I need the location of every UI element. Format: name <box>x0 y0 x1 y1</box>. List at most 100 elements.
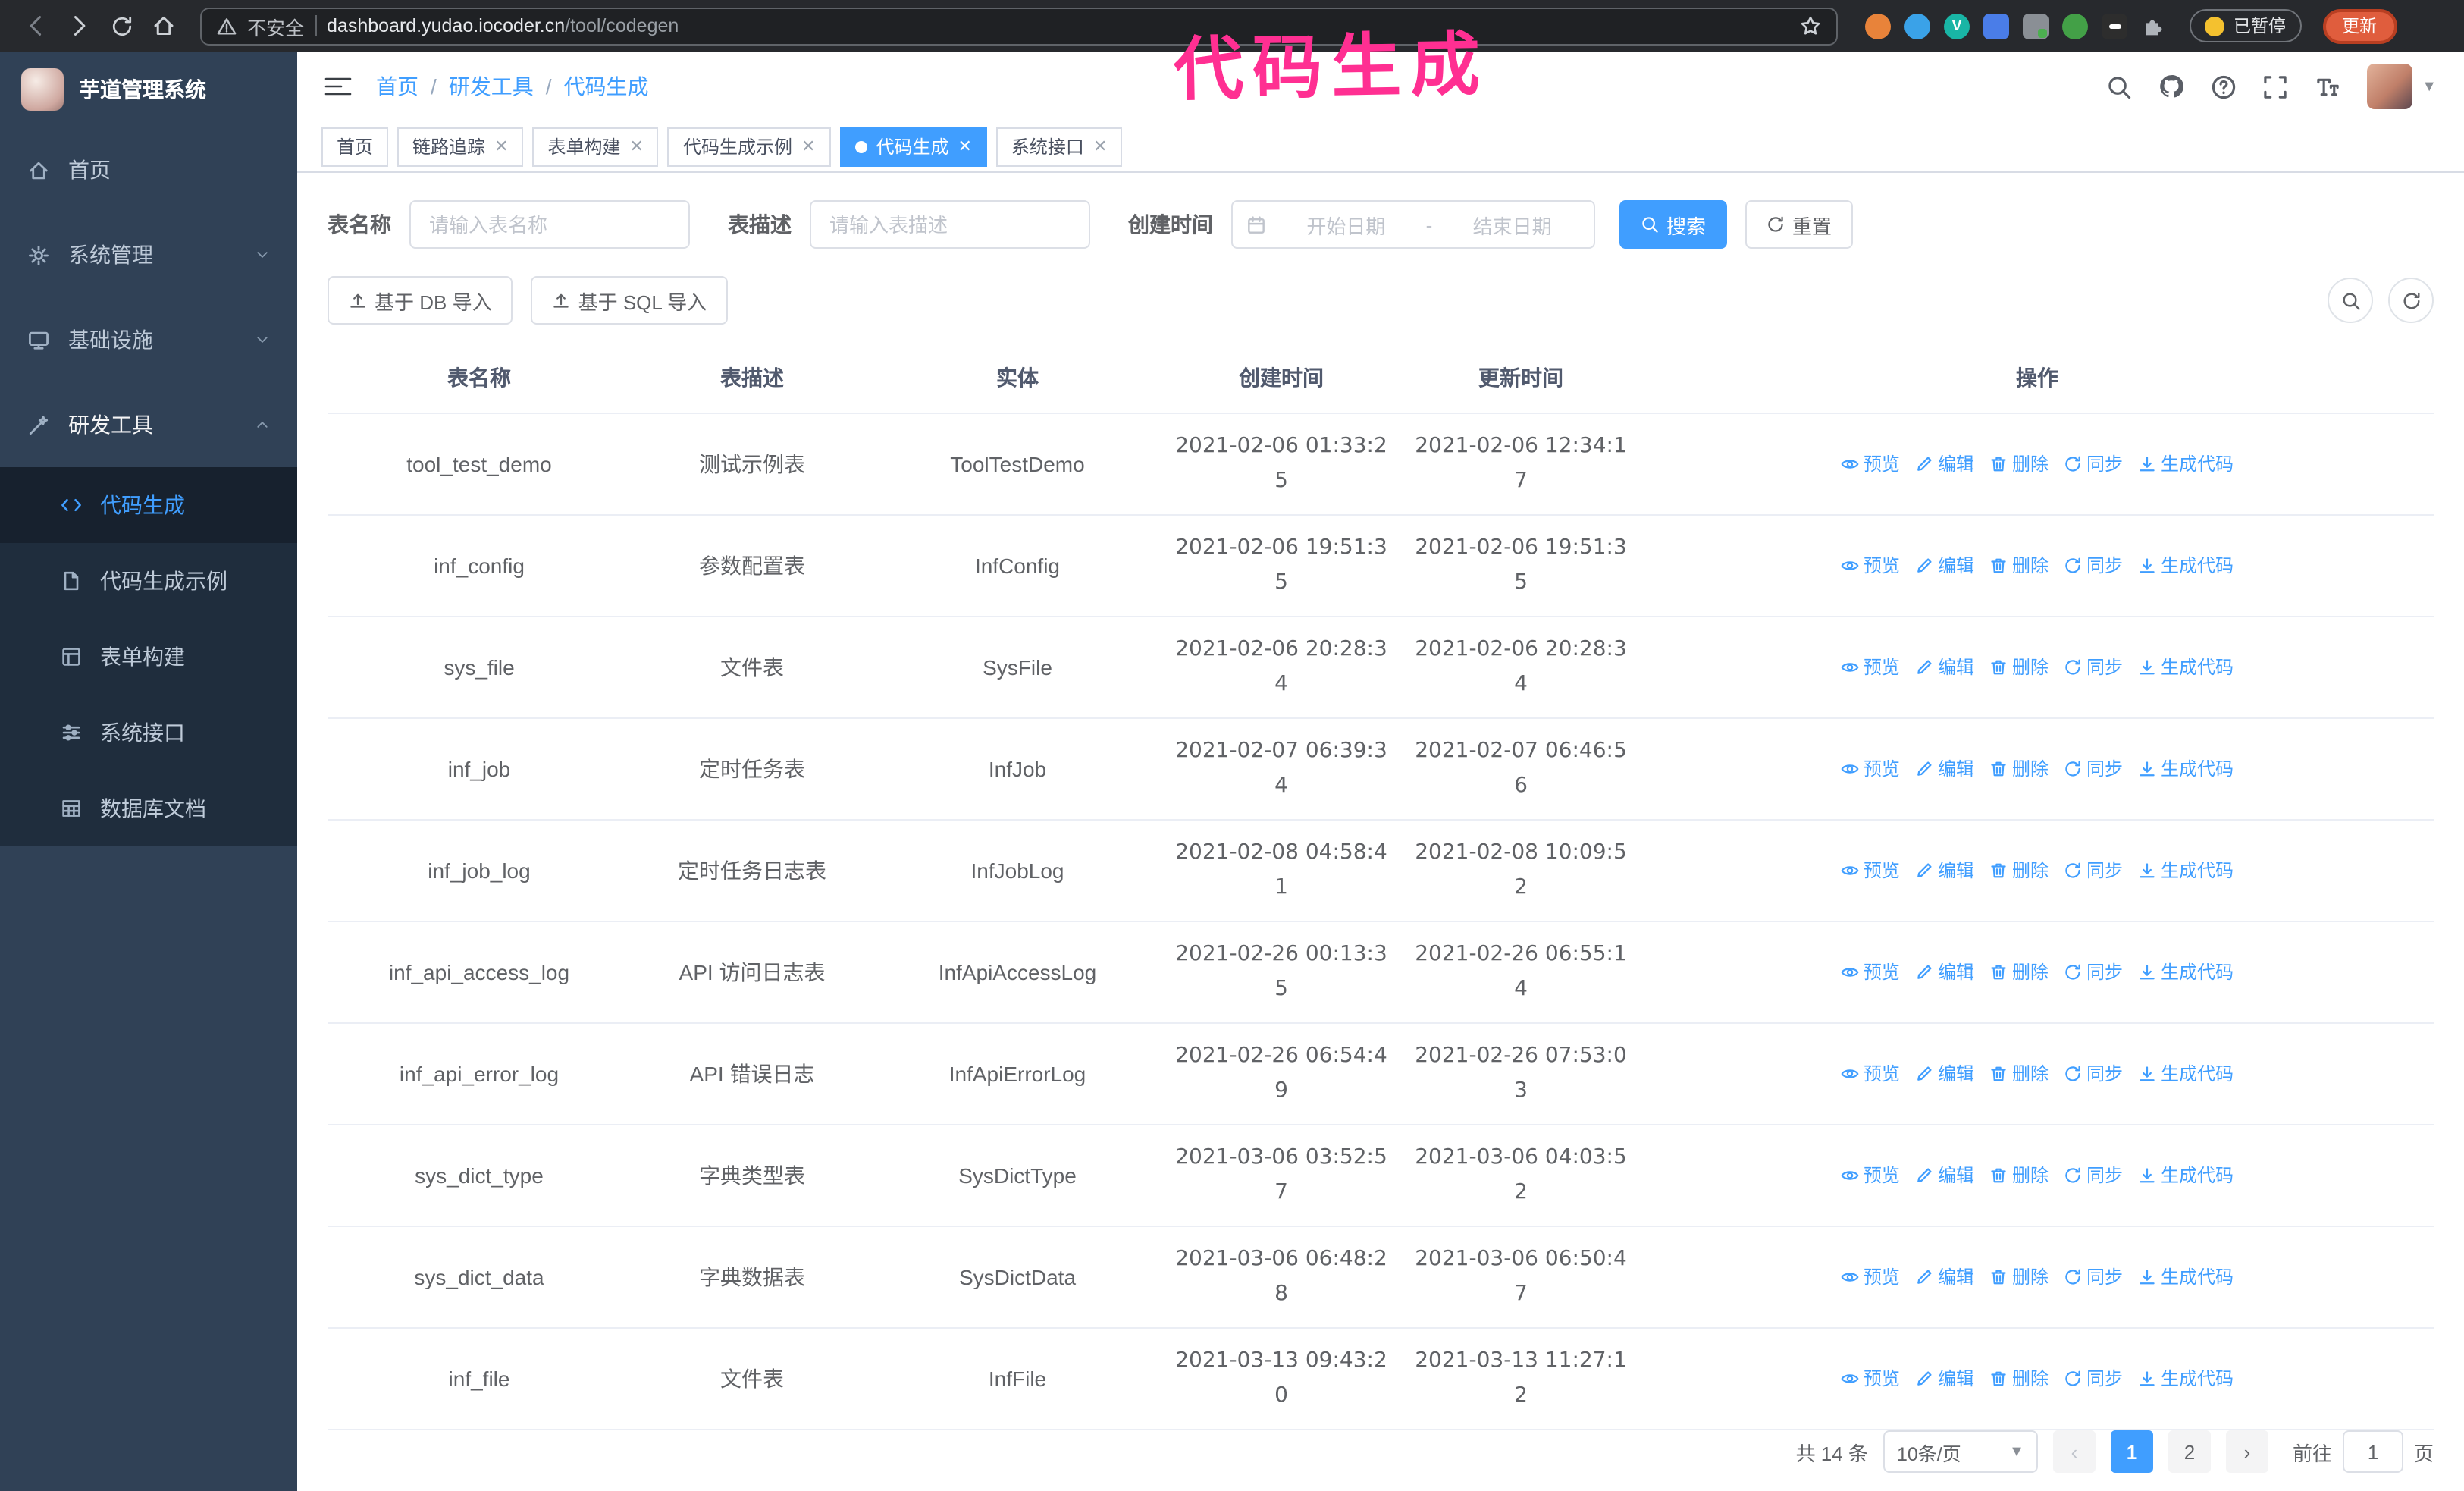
sync-link[interactable]: 同步 <box>2064 548 2123 583</box>
home-icon[interactable] <box>146 8 182 44</box>
tab-close-icon[interactable]: ✕ <box>494 137 508 156</box>
edit-link[interactable]: 编辑 <box>1915 955 1974 990</box>
reset-button[interactable]: 重置 <box>1745 200 1854 249</box>
generate-code-link[interactable]: 生成代码 <box>2138 853 2234 888</box>
edit-link[interactable]: 编辑 <box>1915 1158 1974 1193</box>
bookmark-star-icon[interactable] <box>1800 15 1821 36</box>
delete-link[interactable]: 删除 <box>1989 1056 2049 1091</box>
search-button[interactable]: 搜索 <box>1619 200 1728 249</box>
prev-page-button[interactable]: ‹ <box>2052 1430 2096 1473</box>
sidebar-item-db-doc[interactable]: 数据库文档 <box>0 771 297 846</box>
extension-icon[interactable] <box>1865 13 1891 39</box>
extension-icon[interactable] <box>2062 13 2088 39</box>
import-sql-button[interactable]: 基于 SQL 导入 <box>531 276 729 325</box>
breadcrumb-home[interactable]: 首页 <box>376 71 419 102</box>
preview-link[interactable]: 预览 <box>1841 1056 1900 1091</box>
tab-tracing[interactable]: 链路追踪 ✕ <box>397 127 524 166</box>
next-page-button[interactable]: › <box>2225 1430 2268 1473</box>
sidebar-item-codegen[interactable]: 代码生成 <box>0 467 297 543</box>
import-db-button[interactable]: 基于 DB 导入 <box>328 276 513 325</box>
generate-code-link[interactable]: 生成代码 <box>2138 1361 2234 1396</box>
extension-icon[interactable] <box>1983 13 2009 39</box>
generate-code-link[interactable]: 生成代码 <box>2138 548 2234 583</box>
delete-link[interactable]: 删除 <box>1989 650 2049 685</box>
sidebar-item-system[interactable]: 系统管理 <box>0 212 297 297</box>
sync-link[interactable]: 同步 <box>2064 1056 2123 1091</box>
sidebar-item-devtools[interactable]: 研发工具 <box>0 382 297 467</box>
page-1-button[interactable]: 1 <box>2110 1430 2153 1473</box>
delete-link[interactable]: 删除 <box>1989 752 2049 786</box>
sidebar-item-form-builder[interactable]: 表单构建 <box>0 619 297 695</box>
sync-link[interactable]: 同步 <box>2064 752 2123 786</box>
generate-code-link[interactable]: 生成代码 <box>2138 1158 2234 1193</box>
delete-link[interactable]: 删除 <box>1989 548 2049 583</box>
generate-code-link[interactable]: 生成代码 <box>2138 1056 2234 1091</box>
preview-link[interactable]: 预览 <box>1841 447 1900 482</box>
preview-link[interactable]: 预览 <box>1841 548 1900 583</box>
sidebar-item-home[interactable]: 首页 <box>0 127 297 212</box>
table-desc-input[interactable] <box>810 200 1090 249</box>
toggle-search-button[interactable] <box>2328 278 2373 323</box>
table-name-input[interactable] <box>409 200 690 249</box>
generate-code-link[interactable]: 生成代码 <box>2138 752 2234 786</box>
sync-link[interactable]: 同步 <box>2064 853 2123 888</box>
extension-icon[interactable] <box>1904 13 1930 39</box>
paused-badge[interactable]: 已暂停 <box>2190 9 2301 42</box>
sidebar-item-codegen-example[interactable]: 代码生成示例 <box>0 543 297 619</box>
delete-link[interactable]: 删除 <box>1989 853 2049 888</box>
preview-link[interactable]: 预览 <box>1841 853 1900 888</box>
delete-link[interactable]: 删除 <box>1989 1158 2049 1193</box>
reload-icon[interactable] <box>103 8 140 44</box>
back-icon[interactable] <box>18 8 55 44</box>
page-2-button[interactable]: 2 <box>2168 1430 2211 1473</box>
fullscreen-icon[interactable] <box>2262 74 2288 99</box>
generate-code-link[interactable]: 生成代码 <box>2138 447 2234 482</box>
generate-code-link[interactable]: 生成代码 <box>2138 650 2234 685</box>
sync-link[interactable]: 同步 <box>2064 650 2123 685</box>
sync-link[interactable]: 同步 <box>2064 955 2123 990</box>
extension-icon[interactable] <box>2102 13 2127 39</box>
preview-link[interactable]: 预览 <box>1841 955 1900 990</box>
tab-api[interactable]: 系统接口 ✕ <box>995 127 1123 166</box>
edit-link[interactable]: 编辑 <box>1915 447 1974 482</box>
font-size-icon[interactable] <box>2314 74 2341 99</box>
tab-close-icon[interactable]: ✕ <box>630 137 644 156</box>
sync-link[interactable]: 同步 <box>2064 1361 2123 1396</box>
preview-link[interactable]: 预览 <box>1841 1158 1900 1193</box>
sync-link[interactable]: 同步 <box>2064 447 2123 482</box>
preview-link[interactable]: 预览 <box>1841 752 1900 786</box>
date-range-picker[interactable]: 开始日期 - 结束日期 <box>1231 200 1595 249</box>
hamburger-icon[interactable] <box>324 74 352 99</box>
preview-link[interactable]: 预览 <box>1841 650 1900 685</box>
generate-code-link[interactable]: 生成代码 <box>2138 955 2234 990</box>
delete-link[interactable]: 删除 <box>1989 447 2049 482</box>
delete-link[interactable]: 删除 <box>1989 1361 2049 1396</box>
edit-link[interactable]: 编辑 <box>1915 1260 1974 1295</box>
sync-link[interactable]: 同步 <box>2064 1158 2123 1193</box>
tab-home[interactable]: 首页 <box>321 127 389 166</box>
tab-close-icon[interactable]: ✕ <box>801 137 815 156</box>
page-size-select[interactable]: 10条/页 ▼ <box>1882 1430 2038 1473</box>
tab-close-icon[interactable]: ✕ <box>1093 137 1107 156</box>
address-bar[interactable]: 不安全 dashboard.yudao.iocoder.cn/tool/code… <box>200 7 1838 45</box>
search-icon[interactable] <box>2106 74 2132 99</box>
goto-page-input[interactable] <box>2342 1430 2403 1473</box>
sidebar-item-infra[interactable]: 基础设施 <box>0 297 297 382</box>
extension-icon[interactable]: V <box>1944 13 1970 39</box>
breadcrumb-devtools[interactable]: 研发工具 <box>449 71 534 102</box>
edit-link[interactable]: 编辑 <box>1915 853 1974 888</box>
refresh-table-button[interactable] <box>2388 278 2434 323</box>
generate-code-link[interactable]: 生成代码 <box>2138 1260 2234 1295</box>
extension-icon[interactable] <box>2023 13 2049 39</box>
sidebar-item-api[interactable]: 系统接口 <box>0 695 297 771</box>
delete-link[interactable]: 删除 <box>1989 1260 2049 1295</box>
edit-link[interactable]: 编辑 <box>1915 548 1974 583</box>
extensions-puzzle-icon[interactable] <box>2141 14 2165 38</box>
preview-link[interactable]: 预览 <box>1841 1260 1900 1295</box>
update-button[interactable]: 更新 <box>2322 8 2397 43</box>
edit-link[interactable]: 编辑 <box>1915 1056 1974 1091</box>
user-menu[interactable]: ▼ <box>2367 64 2437 109</box>
preview-link[interactable]: 预览 <box>1841 1361 1900 1396</box>
tab-codegen[interactable]: 代码生成 ✕ <box>839 127 987 166</box>
edit-link[interactable]: 编辑 <box>1915 1361 1974 1396</box>
